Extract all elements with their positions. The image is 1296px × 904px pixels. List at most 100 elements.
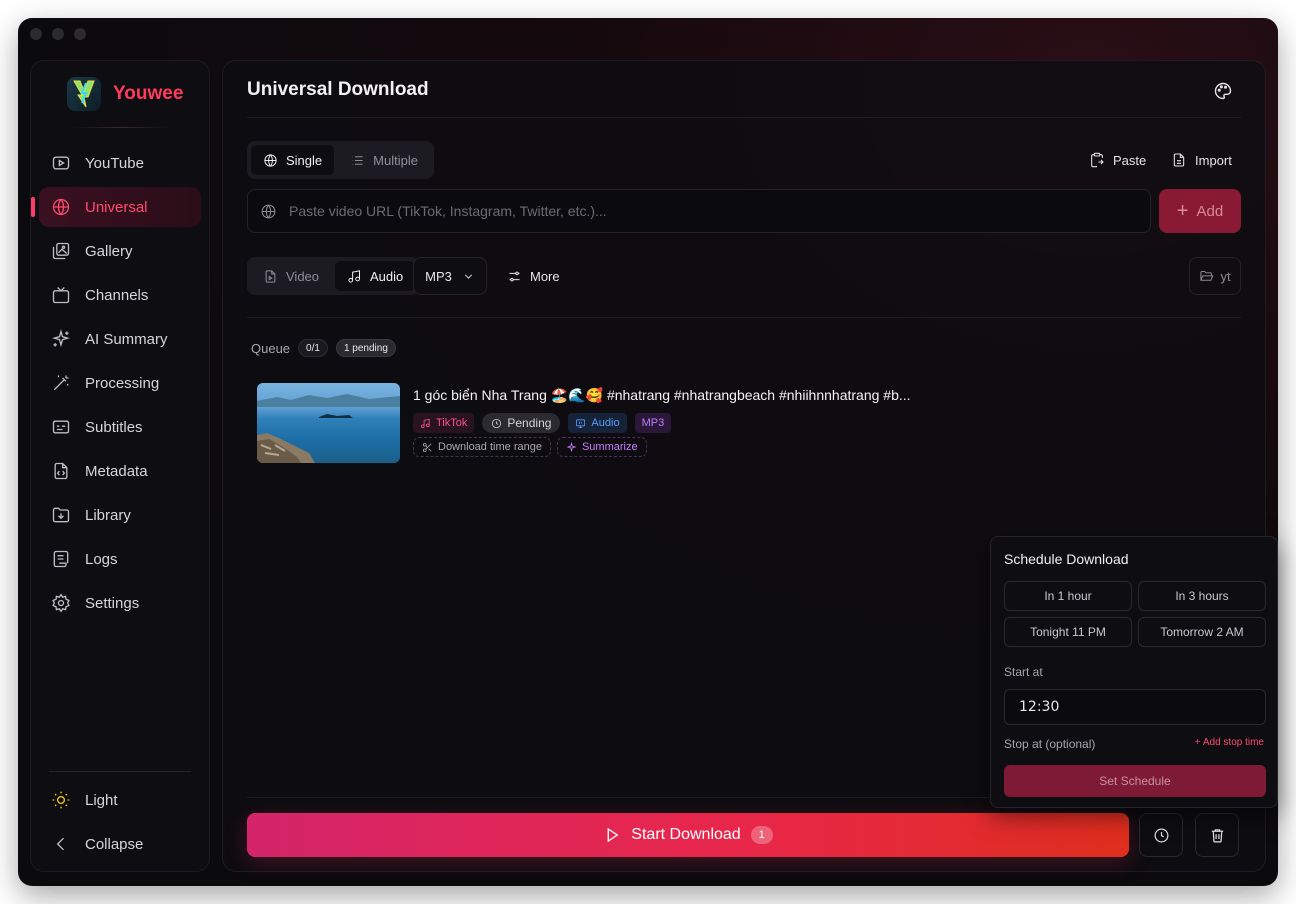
audio-button[interactable]: Audio (335, 261, 416, 291)
sidebar-item-label: Library (85, 506, 131, 524)
folder-open-icon (1200, 270, 1214, 281)
sidebar: Youwee YouTube Universal Gallery Channel… (30, 60, 210, 872)
page-title: Universal Download (247, 79, 429, 100)
import-button[interactable]: Import (1171, 147, 1232, 173)
add-button[interactable]: + Add (1159, 189, 1241, 233)
mode-multiple-label: Multiple (373, 152, 418, 168)
clipboard-icon (1091, 152, 1104, 168)
file-text-icon (1173, 153, 1185, 167)
sidebar-item-label: Metadata (85, 462, 148, 480)
brand-divider (71, 127, 171, 128)
sidebar-item-label: YouTube (85, 154, 144, 172)
status-label: Pending (507, 416, 552, 430)
add-label: Add (1196, 202, 1224, 220)
stop-at-label: Stop at (optional) (1004, 737, 1096, 751)
youtube-icon (52, 156, 70, 170)
more-options-button[interactable]: More (507, 257, 560, 295)
add-stop-time-link[interactable]: + Add stop time (1195, 737, 1264, 748)
mode-single-button[interactable]: Single (251, 145, 335, 175)
start-time-input[interactable]: 12:30 (1004, 689, 1266, 725)
sliders-icon (509, 271, 520, 281)
plus-icon: + (1176, 200, 1189, 222)
paste-button[interactable]: Paste (1089, 147, 1146, 173)
theme-toggle-button[interactable]: Light (39, 780, 201, 820)
sidebar-item-logs[interactable]: Logs (39, 539, 201, 579)
url-input[interactable] (289, 203, 1129, 219)
format-select[interactable]: MP3 (413, 257, 487, 295)
sidebar-item-ai-summary[interactable]: AI Summary (39, 319, 201, 359)
source-label: TikTok (436, 417, 468, 429)
trash-icon (1211, 828, 1223, 842)
globe-icon (264, 153, 277, 167)
folder-label: yt (1220, 268, 1231, 284)
sidebar-item-label: Logs (85, 550, 118, 568)
video-button[interactable]: Video (251, 261, 331, 291)
clock-icon (1154, 828, 1168, 842)
queue-item-title: 1 góc biển Nha Trang 🏖️🌊🥰 #nhatrang #nha… (413, 387, 911, 403)
collapse-label: Collapse (85, 835, 144, 853)
monitor-audio-icon (576, 418, 586, 428)
wand-icon (53, 375, 69, 391)
download-time-range-button[interactable]: Download time range (413, 437, 551, 457)
summarize-button[interactable]: Summarize (556, 437, 647, 457)
close-window-button[interactable] (30, 28, 42, 40)
file-video-icon (265, 269, 276, 283)
start-count-badge: 1 (750, 826, 773, 844)
scissors-icon (422, 442, 432, 452)
audio-label: Audio (370, 268, 404, 284)
start-at-label: Start at (1004, 665, 1043, 679)
sparkles-icon (566, 441, 577, 452)
sidebar-item-gallery[interactable]: Gallery (39, 231, 201, 271)
play-icon (607, 827, 619, 843)
collapse-sidebar-button[interactable]: Collapse (39, 824, 201, 864)
mode-multiple-button[interactable]: Multiple (338, 145, 430, 175)
brand[interactable]: Youwee (67, 77, 183, 111)
import-label: Import (1195, 152, 1232, 168)
sidebar-item-label: Gallery (85, 242, 133, 260)
output-folder-button[interactable]: yt (1189, 257, 1241, 295)
sidebar-item-label: Channels (85, 286, 149, 304)
video-label: Video (286, 268, 320, 284)
time-range-label: Download time range (438, 441, 542, 453)
sidebar-item-channels[interactable]: Channels (39, 275, 201, 315)
maximize-window-button[interactable] (74, 28, 86, 40)
queue-item-tags: TikTok Pending Audio MP3 (413, 413, 672, 433)
mode-toggle: Single Multiple (247, 141, 434, 179)
source-badge: TikTok (413, 413, 475, 433)
format-value: MP3 (425, 268, 452, 284)
set-schedule-button[interactable]: Set Schedule (1004, 765, 1266, 797)
palette-icon[interactable] (1213, 81, 1233, 101)
scroll-icon (53, 550, 69, 568)
format-badge: MP3 (634, 413, 672, 433)
queue-count-badge: 0/1 (298, 339, 328, 357)
preset-in-1-hour-button[interactable]: In 1 hour (1004, 581, 1132, 611)
minimize-window-button[interactable] (52, 28, 64, 40)
schedule-button[interactable] (1139, 813, 1183, 857)
url-field (247, 189, 1151, 233)
sidebar-item-processing[interactable]: Processing (39, 363, 201, 403)
sidebar-item-library[interactable]: Library (39, 495, 201, 535)
video-thumbnail (257, 383, 400, 463)
preset-tonight-button[interactable]: Tonight 11 PM (1004, 617, 1132, 647)
sidebar-item-label: Settings (85, 594, 140, 612)
clear-queue-button[interactable] (1195, 813, 1239, 857)
sidebar-item-youtube[interactable]: YouTube (39, 143, 201, 183)
more-label: More (530, 268, 560, 284)
music-icon (420, 418, 430, 428)
start-download-button[interactable]: Start Download 1 (247, 813, 1129, 857)
sidebar-item-universal[interactable]: Universal (31, 187, 201, 227)
mode-single-label: Single (286, 152, 323, 168)
preset-tomorrow-button[interactable]: Tomorrow 2 AM (1138, 617, 1266, 647)
preset-in-3-hours-button[interactable]: In 3 hours (1138, 581, 1266, 611)
subtitles-icon (52, 420, 70, 434)
sun-icon (52, 791, 70, 809)
sidebar-item-settings[interactable]: Settings (39, 583, 201, 623)
type-badge: Audio (568, 413, 627, 433)
sidebar-item-metadata[interactable]: Metadata (39, 451, 201, 491)
sidebar-item-subtitles[interactable]: Subtitles (39, 407, 201, 447)
chevron-down-icon (464, 274, 472, 279)
sidebar-footer: Light Collapse (39, 771, 201, 868)
queue-item[interactable]: 1 góc biển Nha Trang 🏖️🌊🥰 #nhatrang #nha… (257, 383, 1217, 463)
pending-badge: 1 pending (335, 339, 396, 357)
clock-icon (492, 418, 502, 428)
